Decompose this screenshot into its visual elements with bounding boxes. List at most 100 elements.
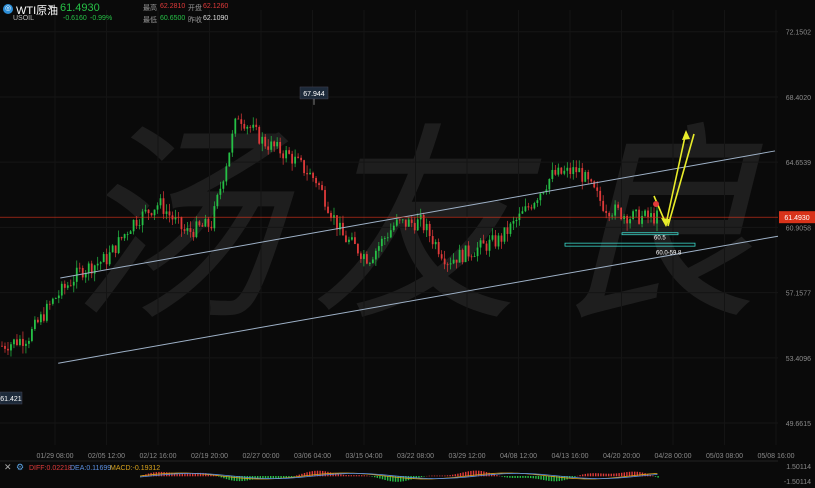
macd-histogram-bar (366, 475, 368, 477)
candle-body (25, 343, 27, 346)
time-tick-label: 02/12 16:00 (140, 453, 177, 460)
price-chart[interactable]: 汤友良 60.560.0-59.867.94461.421 72.150268.… (0, 0, 815, 488)
candle-body (150, 213, 153, 216)
macd-histogram-bar (545, 476, 547, 481)
macd-histogram-bar (277, 476, 280, 479)
settings-icon[interactable]: ⚙ (16, 462, 24, 473)
candle-body (237, 118, 240, 120)
macd-diff-label: DIFF:0.02218 (29, 465, 72, 472)
candle-body (458, 249, 461, 263)
candle-body (300, 157, 302, 161)
time-tick-label: 03/22 08:00 (397, 453, 434, 460)
macd-histogram-bar (608, 473, 610, 477)
candle-body (219, 188, 222, 195)
macd-histogram-bar (605, 473, 607, 477)
candle-body (309, 172, 311, 175)
close-icon[interactable]: ✕ (4, 462, 12, 473)
candle-body (425, 223, 428, 231)
macd-histogram-bar (439, 475, 441, 477)
candle-body (222, 181, 225, 189)
time-tick-label: 02/27 00:00 (243, 453, 280, 460)
open-value: 62.1260 (203, 3, 229, 10)
candle-body (374, 250, 377, 260)
high-marker-label: 67.944 (303, 91, 325, 98)
candle-body (635, 209, 637, 212)
candle-body (617, 204, 620, 208)
candle-body (348, 239, 350, 243)
candle-body (7, 348, 9, 351)
chevron-down-icon[interactable]: ▼ (47, 3, 55, 12)
time-tick-label: 04/28 00:00 (655, 453, 692, 460)
candle-body (575, 167, 578, 173)
candle-body (563, 170, 566, 174)
candle-body (198, 221, 201, 226)
candle-body (195, 221, 198, 238)
candle-body (345, 235, 347, 243)
candle-body (180, 217, 183, 230)
macd-histogram-bar (582, 474, 584, 477)
candle-body (312, 172, 314, 178)
macd-histogram-bar (428, 475, 430, 477)
macd-histogram-bar (379, 476, 381, 479)
candle-body (189, 228, 192, 232)
candle-body (530, 207, 533, 209)
candle-body (204, 218, 207, 227)
candle-body (596, 187, 599, 191)
candle-body (590, 179, 593, 182)
candle-body (494, 235, 497, 247)
macd-histogram-bar (181, 473, 183, 477)
candle-body (72, 281, 75, 286)
candle-body (560, 167, 563, 174)
macd-histogram-bar (475, 470, 477, 477)
high-value: 62.2810 (160, 3, 186, 10)
candle-body (515, 219, 518, 222)
candle-body (623, 215, 626, 220)
time-tick-label: 04/20 20:00 (603, 453, 640, 460)
macd-histogram-bar (509, 476, 511, 478)
price-change-pct: -0.99% (90, 15, 113, 22)
candle-body (285, 150, 288, 159)
macd-histogram-bar (163, 472, 165, 477)
macd-histogram-bar (579, 475, 581, 477)
macd-histogram-bar (231, 476, 233, 481)
candle-body (147, 209, 150, 214)
candle-body (120, 237, 123, 239)
macd-histogram-bar (584, 473, 586, 477)
macd-histogram-bar (506, 476, 508, 478)
candle-body (129, 231, 132, 235)
macd-histogram-bar (654, 476, 657, 477)
candle-body (428, 223, 431, 237)
candle-body (69, 285, 72, 287)
candle-body (183, 229, 186, 231)
macd-histogram-bar (397, 476, 399, 482)
candle-body (342, 222, 344, 236)
macd-histogram-bar (621, 472, 623, 477)
macd-histogram-bar (431, 475, 433, 477)
candle-body (87, 263, 90, 274)
candle-body (114, 245, 117, 254)
candle-body (386, 237, 389, 239)
candle-body (31, 329, 33, 341)
candle-body (276, 142, 279, 147)
macd-histogram-bar (454, 474, 456, 477)
candle-body (186, 228, 189, 231)
macd-histogram-bar (262, 476, 264, 479)
macd-histogram-bar (587, 473, 589, 477)
candle-body (485, 243, 488, 251)
macd-histogram-bar (524, 476, 527, 478)
candle-body (446, 264, 449, 266)
macd-histogram-bar (548, 476, 550, 481)
candle-body (246, 126, 249, 129)
candle-body (303, 160, 305, 174)
candle-body (473, 256, 476, 257)
candle-body (554, 169, 557, 175)
candle-body (231, 133, 234, 153)
candle-body (395, 219, 398, 226)
candle-body (66, 285, 69, 288)
time-tick-label: 03/06 04:00 (294, 453, 331, 460)
candle-body (42, 314, 45, 321)
time-tick-label: 03/29 12:00 (449, 453, 486, 460)
candle-body (45, 303, 48, 321)
candle-body (252, 124, 255, 128)
candle-body (437, 242, 440, 255)
